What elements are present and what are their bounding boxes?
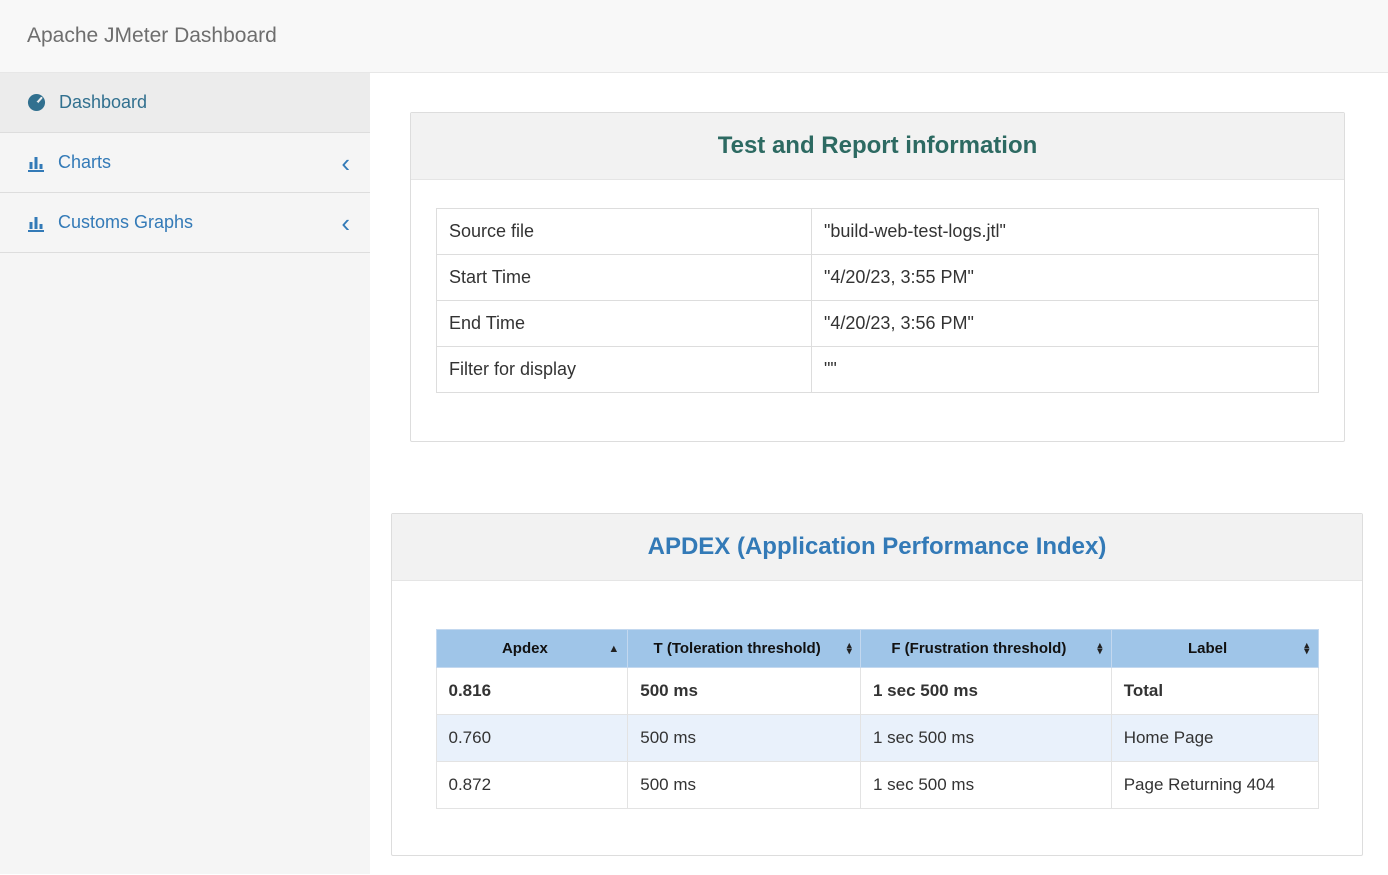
sort-icon: ▴▾ bbox=[846, 642, 852, 655]
chevron-left-icon[interactable]: ‹ bbox=[341, 150, 350, 176]
dashboard-icon bbox=[27, 93, 46, 112]
info-row-value: "build-web-test-logs.jtl" bbox=[812, 209, 1319, 255]
frustration-cell: 1 sec 500 ms bbox=[860, 668, 1111, 715]
column-header-label: T (Toleration threshold) bbox=[654, 640, 821, 657]
sort-icon: ▴▾ bbox=[1304, 642, 1310, 655]
apdex-cell: 0.816 bbox=[436, 668, 628, 715]
toleration-cell: 500 ms bbox=[628, 762, 861, 809]
info-row-value: "4/20/23, 3:56 PM" bbox=[812, 301, 1319, 347]
table-row: 0.872 500 ms 1 sec 500 ms Page Returning… bbox=[436, 762, 1318, 809]
table-row: Source file "build-web-test-logs.jtl" bbox=[437, 209, 1319, 255]
test-info-panel: Test and Report information Source file … bbox=[410, 112, 1345, 442]
chevron-left-icon[interactable]: ‹ bbox=[341, 210, 350, 236]
apdex-table: Apdex ▲ T (Toleration threshold) ▴▾ F (F… bbox=[436, 629, 1319, 809]
sort-icon: ▴▾ bbox=[1097, 642, 1103, 655]
toleration-cell: 500 ms bbox=[628, 668, 861, 715]
sidebar-item-customs-graphs[interactable]: Customs Graphs ‹ bbox=[0, 193, 370, 253]
table-row: 0.760 500 ms 1 sec 500 ms Home Page bbox=[436, 715, 1318, 762]
sort-ascending-icon: ▲ bbox=[608, 643, 619, 655]
info-row-value: "4/20/23, 3:55 PM" bbox=[812, 255, 1319, 301]
label-cell: Page Returning 404 bbox=[1111, 762, 1318, 809]
table-row: End Time "4/20/23, 3:56 PM" bbox=[437, 301, 1319, 347]
label-cell: Home Page bbox=[1111, 715, 1318, 762]
bar-chart-icon bbox=[27, 214, 45, 232]
info-row-label: End Time bbox=[437, 301, 812, 347]
sort-down-glyph: ▾ bbox=[1097, 649, 1103, 656]
column-header-label: F (Frustration threshold) bbox=[891, 640, 1066, 657]
info-row-label: Source file bbox=[437, 209, 812, 255]
page-layout: Dashboard Charts ‹ bbox=[0, 73, 1388, 874]
test-info-title: Test and Report information bbox=[718, 132, 1038, 160]
column-header-apdex[interactable]: Apdex ▲ bbox=[436, 630, 628, 668]
test-info-panel-body: Source file "build-web-test-logs.jtl" St… bbox=[411, 208, 1344, 393]
apdex-panel: APDEX (Application Performance Index) Ap… bbox=[391, 513, 1363, 856]
sort-down-glyph: ▾ bbox=[846, 649, 852, 656]
sidebar-item-charts[interactable]: Charts ‹ bbox=[0, 133, 370, 193]
frustration-cell: 1 sec 500 ms bbox=[860, 762, 1111, 809]
apdex-title: APDEX (Application Performance Index) bbox=[648, 533, 1107, 561]
sidebar-item-label: Charts bbox=[58, 152, 111, 173]
test-info-panel-heading: Test and Report information bbox=[411, 113, 1344, 180]
app-header: Apache JMeter Dashboard bbox=[0, 0, 1388, 73]
table-row: 0.816 500 ms 1 sec 500 ms Total bbox=[436, 668, 1318, 715]
sidebar: Dashboard Charts ‹ bbox=[0, 73, 370, 874]
apdex-cell: 0.760 bbox=[436, 715, 628, 762]
sidebar-item-label: Dashboard bbox=[59, 92, 147, 113]
column-header-toleration[interactable]: T (Toleration threshold) ▴▾ bbox=[628, 630, 861, 668]
info-row-value: "" bbox=[812, 347, 1319, 393]
test-info-table: Source file "build-web-test-logs.jtl" St… bbox=[436, 208, 1319, 393]
frustration-cell: 1 sec 500 ms bbox=[860, 715, 1111, 762]
apdex-panel-heading: APDEX (Application Performance Index) bbox=[392, 514, 1362, 581]
label-cell: Total bbox=[1111, 668, 1318, 715]
main-content: Test and Report information Source file … bbox=[370, 73, 1388, 874]
sidebar-item-dashboard[interactable]: Dashboard bbox=[0, 73, 370, 133]
sidebar-item-label: Customs Graphs bbox=[58, 212, 193, 233]
table-header-row: Apdex ▲ T (Toleration threshold) ▴▾ F (F… bbox=[436, 630, 1318, 668]
apdex-cell: 0.872 bbox=[436, 762, 628, 809]
toleration-cell: 500 ms bbox=[628, 715, 861, 762]
table-row: Filter for display "" bbox=[437, 347, 1319, 393]
info-row-label: Start Time bbox=[437, 255, 812, 301]
app-title: Apache JMeter Dashboard bbox=[27, 24, 277, 48]
column-header-frustration[interactable]: F (Frustration threshold) ▴▾ bbox=[860, 630, 1111, 668]
column-header-label-col[interactable]: Label ▴▾ bbox=[1111, 630, 1318, 668]
info-row-label: Filter for display bbox=[437, 347, 812, 393]
apdex-panel-body: Apdex ▲ T (Toleration threshold) ▴▾ F (F… bbox=[392, 629, 1362, 809]
column-header-label: Apdex bbox=[502, 640, 548, 657]
sort-down-glyph: ▾ bbox=[1304, 649, 1310, 656]
column-header-label: Label bbox=[1188, 640, 1227, 657]
bar-chart-icon bbox=[27, 154, 45, 172]
table-row: Start Time "4/20/23, 3:55 PM" bbox=[437, 255, 1319, 301]
